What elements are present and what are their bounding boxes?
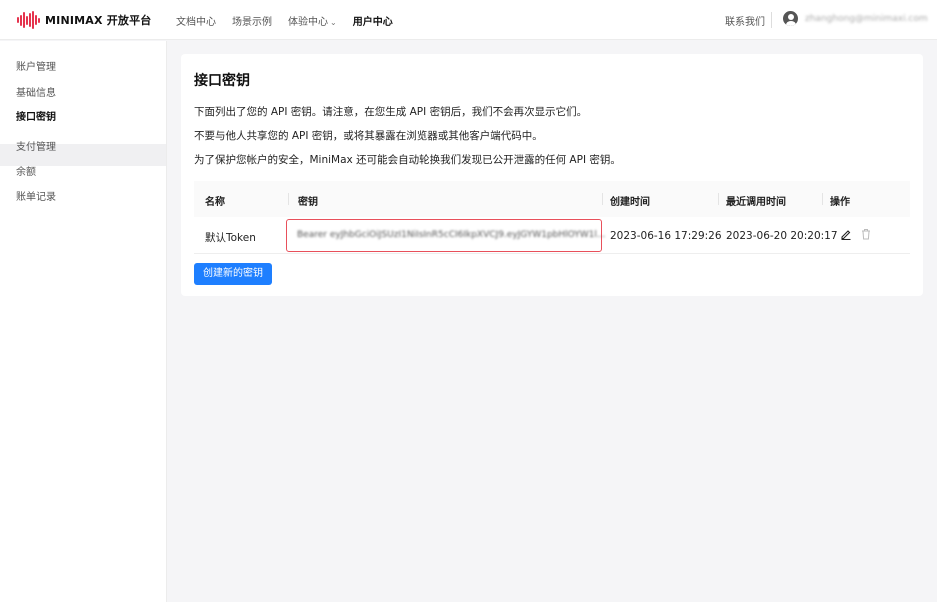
created-time: 2023-06-16 17:29:26: [610, 230, 722, 242]
last-used-time: 2023-06-20 20:20:17: [726, 230, 838, 242]
logo-mark-icon: [17, 11, 40, 29]
key-value: Bearer eyJhbGciOiJSUzI1NiIsInR5cCI6IkpXV…: [297, 230, 606, 240]
sidebar-item-balance[interactable]: 余额: [16, 163, 36, 178]
logo[interactable]: MINIMAX 开放平台: [17, 11, 152, 29]
contact-link[interactable]: 联系我们: [725, 13, 765, 28]
edit-icon[interactable]: [840, 228, 852, 242]
sidebar-item-basic-info[interactable]: 基础信息: [16, 84, 56, 99]
notice-line-3: 为了保护您帐户的安全，MiniMax 还可能会自动轮换我们发现已公开泄露的任何 …: [194, 154, 621, 166]
table-row: 默认Token Bearer eyJhbGciOiJSUzI1NiIsInR5c…: [194, 217, 910, 254]
notice-line-1: 下面列出了您的 API 密钥。请注意，在您生成 API 密钥后，我们不会再次显示…: [194, 106, 588, 118]
nav-playground-label: 体验中心: [288, 17, 328, 28]
key-value-box[interactable]: Bearer eyJhbGciOiJSUzI1NiIsInR5cCI6IkpXV…: [286, 219, 606, 252]
table-header: 名称 密钥 创建时间 最近调用时间 操作: [194, 181, 910, 217]
top-bar: MINIMAX 开放平台 文档中心 场景示例 体验中心 ⌄ 用户中心 联系我们 z…: [0, 0, 937, 40]
chevron-down-icon: ⌄: [330, 18, 337, 27]
trash-icon[interactable]: [860, 228, 872, 242]
avatar-icon[interactable]: [783, 11, 798, 26]
top-nav: 文档中心 场景示例 体验中心 ⌄ 用户中心: [176, 13, 393, 28]
column-header-last-used: 最近调用时间: [726, 197, 786, 208]
nav-playground[interactable]: 体验中心 ⌄: [288, 13, 337, 28]
sidebar-item-billing[interactable]: 账单记录: [16, 188, 56, 203]
column-header-name: 名称: [205, 197, 225, 208]
column-header-key: 密钥: [298, 197, 318, 208]
nav-examples[interactable]: 场景示例: [232, 13, 272, 28]
column-separator: [718, 193, 719, 205]
sidebar: 账户管理 基础信息 接口密钥 支付管理 余额 账单记录: [0, 41, 167, 602]
sidebar-item-payment[interactable]: 支付管理: [16, 138, 56, 153]
logo-text: MINIMAX 开放平台: [45, 14, 152, 27]
nav-docs[interactable]: 文档中心: [176, 13, 216, 28]
sidebar-item-account[interactable]: 账户管理: [16, 58, 56, 73]
create-key-button[interactable]: 创建新的密钥: [194, 263, 272, 285]
column-separator: [288, 193, 289, 205]
column-header-actions: 操作: [830, 197, 850, 208]
api-keys-card: 接口密钥 下面列出了您的 API 密钥。请注意，在您生成 API 密钥后，我们不…: [181, 54, 923, 296]
column-separator: [822, 193, 823, 205]
notice-line-2: 不要与他人共享您的 API 密钥，或将其暴露在浏览器或其他客户端代码中。: [194, 130, 543, 142]
sidebar-item-api-keys[interactable]: 接口密钥: [16, 108, 56, 123]
divider: [771, 12, 772, 28]
column-header-created: 创建时间: [610, 197, 650, 208]
key-name: 默认Token: [205, 232, 256, 244]
column-separator: [602, 193, 603, 205]
user-email[interactable]: zhanghong@minimaxi.com: [805, 14, 928, 24]
page-title: 接口密钥: [194, 73, 250, 89]
nav-user-center[interactable]: 用户中心: [353, 13, 393, 28]
